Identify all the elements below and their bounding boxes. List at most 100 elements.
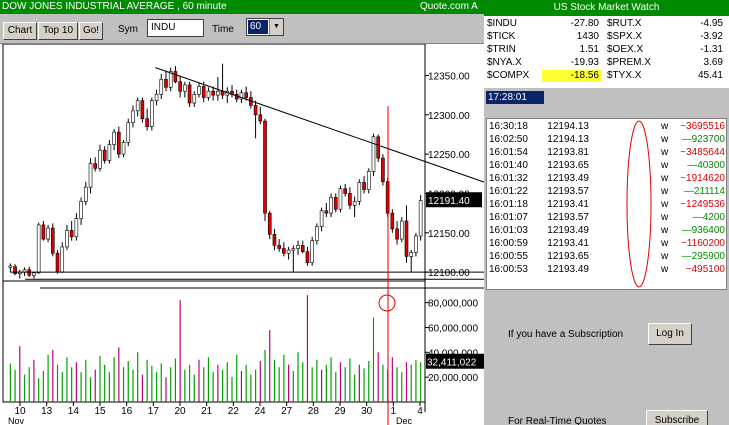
candle-body: [244, 92, 248, 98]
candle-body: [164, 79, 168, 88]
watch-value: 1430: [576, 31, 599, 42]
candle-body: [8, 265, 13, 268]
time-select[interactable]: 60 ▼: [246, 18, 284, 36]
candle-body: [46, 227, 50, 240]
watch-symbol[interactable]: $SPX.X: [604, 31, 662, 43]
candle-body: [315, 226, 319, 241]
candle-body: [126, 122, 131, 143]
candle-body: [98, 149, 102, 169]
candle-body: [409, 252, 414, 257]
watch-value: -3.92: [700, 31, 723, 42]
subscribe-button[interactable]: Subscribe: [646, 410, 708, 425]
candle-body: [197, 86, 201, 95]
date-tick-label: 15: [94, 406, 106, 417]
top10-button[interactable]: Top 10: [38, 22, 78, 40]
date-tick-label: 28: [308, 406, 320, 417]
chart-title-bar: DOW JONES INDUSTRIAL AVERAGE , 60 minute…: [0, 0, 484, 14]
candle-body: [112, 131, 116, 145]
candle-body: [36, 224, 41, 274]
candle-body: [277, 245, 281, 249]
price-tick-label: 12300.00: [428, 111, 470, 122]
chevron-down-icon[interactable]: ▼: [269, 19, 283, 35]
candle-body: [338, 188, 343, 210]
candle-body: [253, 105, 258, 116]
watch-value: -19.93: [570, 57, 599, 68]
candle-body: [173, 71, 178, 83]
watch-symbol[interactable]: $OEX.X: [604, 44, 662, 56]
candle-body: [371, 136, 376, 172]
candle-body: [93, 163, 98, 169]
clock-readout: 17:28:01: [486, 91, 544, 104]
watch-symbol[interactable]: $TICK: [484, 31, 542, 43]
price-tick-label: 12100.00: [428, 268, 470, 279]
candle-body: [178, 81, 182, 92]
date-tick-label: 14: [68, 406, 80, 417]
price-tick-label: 12250.00: [428, 150, 470, 161]
watch-symbol[interactable]: $NYA.X: [484, 57, 542, 69]
candle-body: [135, 100, 140, 112]
date-tick-label: 13: [41, 406, 53, 417]
candle-body: [376, 136, 380, 159]
candle-body: [32, 272, 36, 276]
time-label: Time: [212, 24, 234, 35]
candle-body: [300, 245, 305, 252]
watch-grid: $INDU -27.80 $RUT.X -4.95 $TICK 1430 $SPX.X -3.…: [484, 16, 729, 88]
candle-body: [102, 149, 107, 161]
watch-symbol[interactable]: $TRIN: [484, 44, 542, 56]
candle-body: [343, 188, 347, 194]
candle-body: [183, 84, 187, 92]
date-tick-label: 27: [281, 406, 293, 417]
date-tick-label: 17: [148, 406, 160, 417]
candle-body: [305, 251, 310, 263]
time-select-value: 60: [248, 20, 268, 34]
chart-button[interactable]: Chart: [3, 22, 37, 40]
current-price-label: 12191.40: [428, 196, 470, 207]
watch-symbol[interactable]: $TYX.X: [604, 70, 662, 82]
month-label: Nov: [8, 416, 25, 425]
candle-body: [74, 218, 79, 238]
candle-body: [69, 230, 74, 238]
watch-value: 45.41: [697, 70, 723, 81]
candle-body: [107, 144, 112, 161]
candle-body: [357, 182, 362, 202]
chart-title: DOW JONES INDUSTRIAL AVERAGE , 60 minute: [2, 1, 227, 12]
date-tick-label: 4: [417, 406, 423, 417]
chart-toolbar: Chart Top 10 Go! Sym INDU Time 60 ▼: [0, 14, 484, 44]
watch-value: -18.56: [542, 70, 602, 82]
candle-body: [60, 246, 65, 273]
watch-symbol[interactable]: $COMPX: [484, 70, 542, 82]
candle-body: [168, 71, 173, 88]
candle-body: [192, 94, 197, 104]
candle-body: [395, 228, 399, 240]
market-watch-panel: US Stock Market Watch $INDU -27.80 $RUT.X -…: [484, 0, 729, 425]
candle-body: [310, 240, 314, 263]
watch-symbol[interactable]: $INDU: [484, 18, 542, 30]
watch-title: US Stock Market Watch: [484, 0, 729, 16]
price-tick-label: 12350.00: [428, 71, 470, 82]
volume-tick-label: 80,000,000: [428, 299, 478, 310]
price-tick-label: 12150.00: [428, 229, 470, 240]
candle-body: [13, 266, 17, 275]
candle-body: [390, 212, 395, 230]
candle-body: [366, 171, 371, 190]
chart-source: Quote.com A: [420, 1, 478, 12]
candle-body: [55, 252, 60, 273]
date-tick-label: 20: [174, 406, 186, 417]
watch-symbol[interactable]: $PREM.X: [604, 57, 662, 69]
symbol-input[interactable]: INDU: [147, 19, 204, 37]
login-button[interactable]: Log In: [648, 323, 692, 345]
sym-label: Sym: [118, 24, 138, 35]
go-button[interactable]: Go!: [79, 22, 103, 40]
tick-list[interactable]: 16:30:18 12194.13 w ~3695516 16:02:50 12194.1…: [486, 118, 727, 290]
watch-symbol[interactable]: $RUT.X: [604, 18, 662, 30]
candle-body: [206, 90, 211, 98]
price-chart: 12350.0012300.0012250.0012200.0012150.00…: [2, 44, 484, 425]
watch-value: 3.69: [703, 57, 723, 68]
subscription-text: If you have a Subscription: [508, 329, 624, 340]
candle-body: [121, 142, 126, 155]
candle-body: [140, 100, 145, 120]
annotation-ellipse-shape: [626, 120, 652, 288]
candle-body: [319, 210, 324, 227]
candle-body: [150, 100, 154, 127]
volume-tick-label: 20,000,000: [428, 373, 478, 384]
